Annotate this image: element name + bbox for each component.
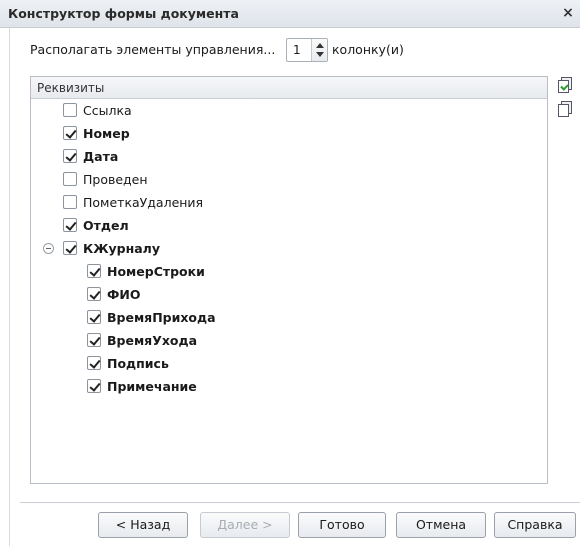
checkbox[interactable] (87, 379, 101, 393)
checkbox[interactable] (87, 356, 101, 370)
checkbox[interactable] (63, 126, 77, 140)
tree-row-label: Примечание (107, 379, 197, 394)
tree-row[interactable]: Номер (31, 123, 547, 145)
tree-row-label: Отдел (83, 218, 129, 233)
tree-row[interactable]: Дата (31, 146, 547, 168)
uncheck-all-icon (558, 104, 569, 117)
collapse-icon[interactable] (43, 243, 54, 254)
tree-row-label: Номер (83, 126, 130, 141)
footer-separator (20, 502, 580, 503)
uncheck-all-button[interactable] (556, 100, 574, 118)
tree-row[interactable]: Примечание (31, 376, 547, 398)
tree-row[interactable]: НомерСтроки (31, 261, 547, 283)
close-icon[interactable]: × (560, 4, 576, 22)
spin-down-icon[interactable] (316, 52, 324, 57)
attributes-header-label: Реквизиты (37, 81, 105, 95)
cancel-button[interactable]: Отмена (396, 512, 486, 538)
tree-row-label: Проведен (83, 172, 148, 187)
tree-row[interactable]: Отдел (31, 215, 547, 237)
columns-label: Располагать элементы управления... (30, 42, 276, 57)
checkbox[interactable] (63, 218, 77, 232)
check-all-button[interactable] (556, 76, 574, 94)
tree-row-label: ФИО (107, 287, 141, 302)
tree-row-label: ВремяПрихода (107, 310, 216, 325)
tree-row[interactable]: КЖурналу (31, 238, 547, 260)
tree-row-label: КЖурналу (83, 241, 160, 256)
spinner-arrows[interactable] (311, 39, 327, 61)
tree-row[interactable]: ВремяПрихода (31, 307, 547, 329)
tree-row-label: Ссылка (83, 103, 132, 118)
help-button[interactable]: Справка (494, 512, 576, 538)
finish-button[interactable]: Готово (298, 512, 386, 538)
tree-row[interactable]: Подпись (31, 353, 547, 375)
checkbox[interactable] (63, 241, 77, 255)
tree-row[interactable]: ВремяУхода (31, 330, 547, 352)
left-border (9, 28, 10, 546)
document-form-constructor-window: Конструктор формы документа × Располагат… (0, 0, 580, 546)
checkbox[interactable] (63, 103, 77, 117)
tree-row[interactable]: ФИО (31, 284, 547, 306)
tree-row[interactable]: Проведен (31, 169, 547, 191)
checkbox[interactable] (87, 287, 101, 301)
columns-value[interactable]: 1 (293, 43, 301, 57)
window-title: Конструктор формы документа (8, 6, 239, 21)
attributes-header: Реквизиты (31, 77, 547, 99)
title-bar: Конструктор формы документа × (0, 0, 580, 28)
columns-setting-row: Располагать элементы управления... 1 кол… (30, 38, 550, 62)
checkbox[interactable] (63, 149, 77, 163)
back-button[interactable]: < Назад (98, 512, 188, 538)
next-button[interactable]: Далее > (200, 512, 290, 538)
tree-row-label: ПометкаУдаления (83, 195, 204, 210)
tree-row-label: Подпись (107, 356, 169, 371)
tree-row-label: Дата (83, 149, 119, 164)
checkbox[interactable] (87, 264, 101, 278)
columns-unit-label: колонку(и) (332, 42, 404, 57)
checkbox[interactable] (63, 172, 77, 186)
checkbox[interactable] (87, 333, 101, 347)
checkbox[interactable] (87, 310, 101, 324)
tree-row-label: НомерСтроки (107, 264, 205, 279)
tree-row[interactable]: ПометкаУдаления (31, 192, 547, 214)
tree-row-label: ВремяУхода (107, 333, 198, 348)
checkbox[interactable] (63, 195, 77, 209)
columns-spinner[interactable]: 1 (286, 38, 328, 62)
spin-up-icon[interactable] (316, 43, 324, 48)
attributes-tree[interactable]: Реквизиты Ссылка Номер Дата Проведен Пометка… (30, 76, 548, 484)
tree-row[interactable]: Ссылка (31, 100, 547, 122)
